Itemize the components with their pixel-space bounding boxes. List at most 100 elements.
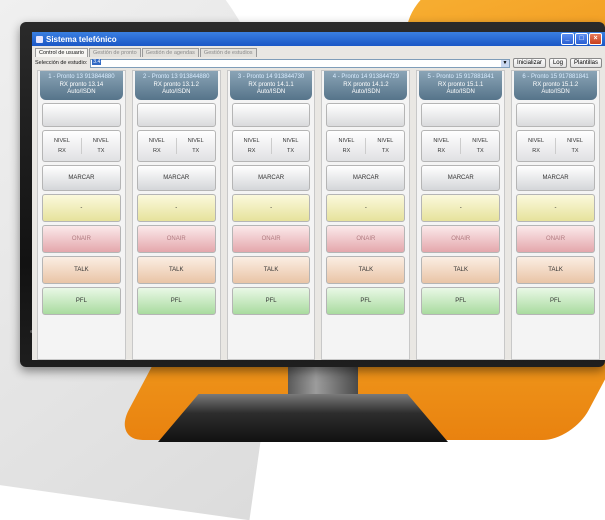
tab-bar: Control de usuario Gestión de pronto Ges…	[32, 46, 605, 57]
channel-mode-label: Auto/ISDN	[351, 89, 381, 95]
pfl-button[interactable]: PFL	[421, 286, 501, 315]
pfl-button[interactable]: PFL	[326, 286, 406, 315]
level-rx-button[interactable]: NIVEL RX	[422, 137, 462, 154]
channel-blank-button[interactable]	[42, 102, 121, 127]
dial-button[interactable]: MARCAR	[421, 164, 501, 191]
dial-button[interactable]: MARCAR	[136, 164, 216, 191]
tab-control-usuario[interactable]: Control de usuario	[35, 48, 88, 57]
talk-button[interactable]: TALK	[42, 255, 121, 284]
channel-blank-button[interactable]	[231, 102, 311, 127]
rx-label: RX	[532, 147, 540, 154]
status-button[interactable]: -	[326, 193, 406, 222]
talk-button[interactable]: TALK	[421, 255, 501, 284]
onair-button[interactable]: ONAIR	[136, 224, 216, 253]
channel-mode-label: Auto/ISDN	[256, 89, 286, 95]
level-button-group: NIVEL RX NIVEL TX	[516, 129, 595, 162]
onair-button[interactable]: ONAIR	[516, 224, 595, 253]
dial-button[interactable]: MARCAR	[326, 164, 406, 191]
minimize-button[interactable]: _	[561, 33, 574, 45]
status-button[interactable]: -	[421, 193, 501, 222]
channel-line-label: 5 - Pronto 15 917881841	[427, 74, 494, 80]
status-button[interactable]: -	[42, 193, 121, 222]
window-title: Sistema telefónico	[46, 34, 117, 44]
pfl-button[interactable]: PFL	[136, 286, 216, 315]
level-label: NIVEL	[528, 137, 545, 144]
level-tx-button[interactable]: NIVEL TX	[366, 138, 404, 154]
level-rx-button[interactable]: NIVEL RX	[138, 137, 177, 154]
talk-button[interactable]: TALK	[516, 255, 595, 284]
channel-mode-label: Auto/ISDN	[162, 89, 191, 95]
talk-button[interactable]: TALK	[136, 255, 216, 284]
level-label: NIVEL	[377, 137, 394, 144]
level-label: NIVEL	[567, 137, 583, 144]
talk-button[interactable]: TALK	[231, 255, 311, 284]
onair-button[interactable]: ONAIR	[231, 224, 311, 253]
channel-rx-label: RX pronto 15.1.1	[438, 81, 484, 88]
level-button-group: NIVEL RX NIVEL TX	[136, 129, 216, 162]
level-tx-button[interactable]: NIVEL TX	[82, 138, 120, 154]
status-button[interactable]: -	[516, 193, 595, 222]
level-tx-button[interactable]: NIVEL TX	[272, 138, 310, 154]
log-button[interactable]: Log	[548, 58, 567, 68]
level-rx-button[interactable]: NIVEL RX	[327, 137, 367, 154]
channel-header: 1 - Pronto 13 913844880 RX pronto 13.14 …	[40, 71, 123, 100]
status-button[interactable]: -	[136, 193, 216, 222]
channel-blank-button[interactable]	[326, 102, 406, 127]
channel-line-label: 4 - Pronto 14 913844729	[332, 74, 400, 80]
level-tx-button[interactable]: NIVEL TX	[177, 138, 215, 154]
channel-strip-5: 5 - Pronto 15 917881841 RX pronto 15.1.1…	[416, 70, 506, 360]
onair-button[interactable]: ONAIR	[42, 224, 121, 253]
pfl-button[interactable]: PFL	[516, 286, 595, 315]
level-rx-button[interactable]: NIVEL RX	[233, 137, 272, 154]
level-label: NIVEL	[472, 137, 489, 144]
level-rx-button[interactable]: NIVEL RX	[517, 137, 557, 154]
channel-header: 5 - Pronto 15 917881841 RX pronto 15.1.1…	[419, 71, 503, 100]
level-label: NIVEL	[187, 137, 204, 144]
studio-select-value: 3.4	[92, 58, 102, 65]
studio-select[interactable]: 3.4 ▼	[90, 58, 510, 68]
status-button[interactable]: -	[231, 193, 311, 222]
channel-strip-6: 6 - Pronto 15 917881841 RX pronto 15.1.2…	[511, 70, 600, 360]
channel-blank-button[interactable]	[136, 102, 216, 127]
level-label: NIVEL	[243, 137, 260, 144]
tab-gestion-agendas[interactable]: Gestión de agendas	[141, 48, 199, 57]
tx-label: TX	[381, 147, 389, 154]
window-controls: _ □ ×	[561, 33, 602, 45]
talk-button[interactable]: TALK	[326, 255, 406, 284]
dial-button[interactable]: MARCAR	[231, 164, 311, 191]
tx-label: TX	[476, 147, 484, 154]
chevron-down-icon[interactable]: ▼	[500, 59, 509, 67]
monitor-stand-base	[158, 394, 448, 442]
studio-selection-row: Selección de estudio: 3.4 ▼ Inicializar …	[32, 57, 605, 69]
level-button-group: NIVEL RX NIVEL TX	[42, 129, 121, 162]
channel-strips: 1 - Pronto 13 913844880 RX pronto 13.14 …	[35, 70, 602, 360]
level-tx-button[interactable]: NIVEL TX	[461, 138, 499, 154]
tx-label: TX	[97, 147, 105, 154]
level-button-group: NIVEL RX NIVEL TX	[326, 129, 406, 162]
channel-strip-1: 1 - Pronto 13 913844880 RX pronto 13.14 …	[37, 70, 126, 360]
channel-blank-button[interactable]	[421, 102, 501, 127]
channel-blank-button[interactable]	[516, 102, 595, 127]
channel-strip-3: 3 - Pronto 14 913844730 RX pronto 14.1.1…	[226, 70, 316, 360]
channel-header: 2 - Pronto 13 913844880 RX pronto 13.1.2…	[134, 71, 218, 100]
level-label: NIVEL	[338, 137, 355, 144]
close-button[interactable]: ×	[589, 33, 602, 45]
maximize-button[interactable]: □	[575, 33, 588, 45]
dial-button[interactable]: MARCAR	[42, 164, 121, 191]
level-rx-button[interactable]: NIVEL RX	[43, 137, 82, 154]
pfl-button[interactable]: PFL	[231, 286, 311, 315]
onair-button[interactable]: ONAIR	[421, 224, 501, 253]
channel-line-label: 6 - Pronto 15 917881841	[522, 74, 589, 80]
channel-rx-label: RX pronto 15.1.2	[532, 81, 579, 88]
tab-gestion-pronto[interactable]: Gestión de pronto	[88, 48, 141, 57]
onair-button[interactable]: ONAIR	[326, 224, 406, 253]
rx-label: RX	[58, 147, 66, 154]
dial-button[interactable]: MARCAR	[516, 164, 595, 191]
pfl-button[interactable]: PFL	[42, 286, 121, 315]
channel-header: 3 - Pronto 14 913844730 RX pronto 14.1.1…	[229, 71, 313, 100]
initialize-button[interactable]: Inicializar	[512, 58, 546, 68]
level-tx-button[interactable]: NIVEL TX	[556, 138, 594, 154]
level-label: NIVEL	[148, 137, 165, 144]
tab-gestion-estudios[interactable]: Gestión de estudios	[199, 48, 257, 57]
templates-button[interactable]: Plantillas	[569, 58, 602, 68]
